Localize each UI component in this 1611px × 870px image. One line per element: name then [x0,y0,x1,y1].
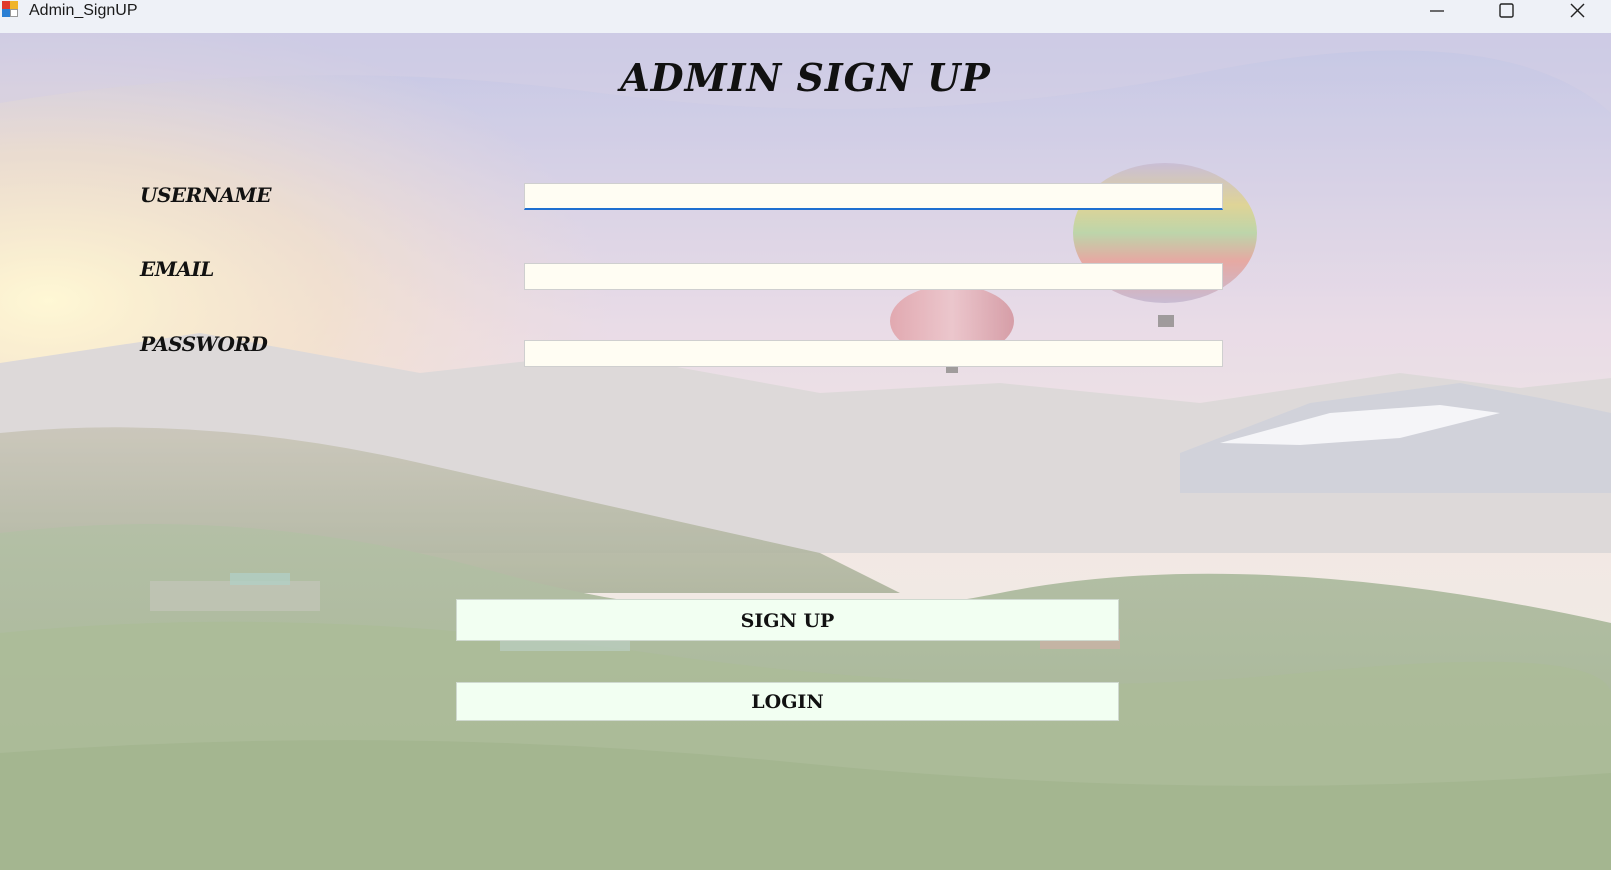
email-input[interactable] [524,263,1223,290]
page-title: ADMIN SIGN UP [620,55,991,100]
login-button[interactable]: LOGIN [456,682,1119,721]
username-label: USERNAME [140,183,271,207]
username-input[interactable] [524,183,1223,210]
close-button[interactable] [1548,0,1608,22]
window-titlebar: Admin_SignUP [0,0,1611,33]
email-label: EMAIL [140,257,214,281]
minimize-button[interactable] [1408,0,1468,22]
signup-button[interactable]: SIGN UP [456,599,1119,641]
maximize-button[interactable] [1477,0,1537,22]
minimize-icon [1430,10,1444,12]
password-input[interactable] [524,340,1223,367]
mountain-landscape-background [0,33,1611,870]
close-icon [1570,3,1585,18]
app-icon [0,1,20,19]
password-label: PASSWORD [140,332,268,356]
signup-form-area: ADMIN SIGN UP USERNAME EMAIL PASSWORD SI… [0,33,1611,870]
window-title: Admin_SignUP [29,2,138,19]
maximize-icon [1499,3,1514,18]
